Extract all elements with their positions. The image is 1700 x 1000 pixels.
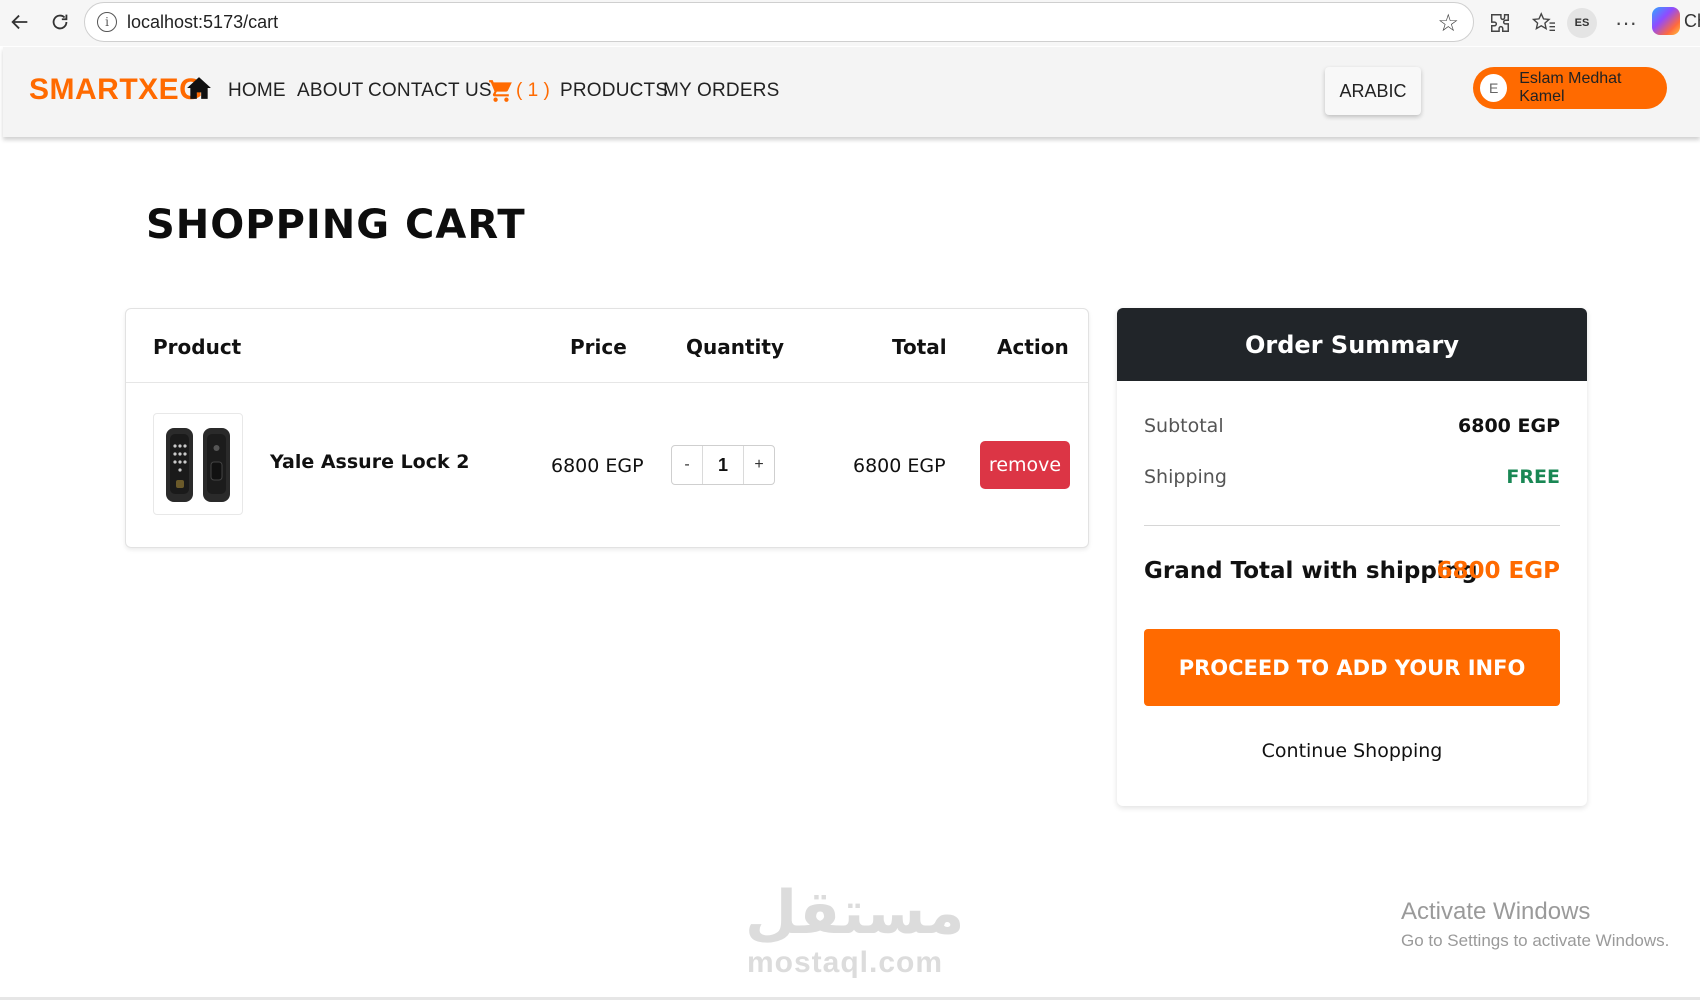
subtotal-value: 6800 EGP [1458,415,1560,437]
user-avatar: E [1480,74,1508,102]
nav-cart[interactable]: ( 1 ) [488,76,550,106]
activate-windows-subtitle: Go to Settings to activate Windows. [1401,931,1670,950]
column-action: Action [997,335,1069,359]
nav-contact-us[interactable]: CONTACT US [368,80,492,102]
subtotal-row: Subtotal 6800 EGP [1144,415,1560,437]
cart-table: Product Price Quantity Total Action Yale… [125,308,1089,548]
grand-total-row: Grand Total with shipping 6800 EGP [1144,558,1560,584]
site-info-icon[interactable]: i [97,12,117,32]
browser-toolbar: i localhost:5173/cart ☆ ES ··· Ch [0,0,1700,46]
tab-fragment-text: Ch [1684,11,1700,31]
column-total: Total [892,335,947,359]
nav-products[interactable]: PRODUCTS [560,80,668,102]
product-thumbnail[interactable] [153,413,243,515]
user-menu-button[interactable]: E Eslam Medhat Kamel [1473,67,1667,109]
summary-divider [1144,525,1560,526]
shipping-value: FREE [1506,466,1560,488]
brand-logo[interactable]: SMARTXEG [29,73,203,107]
page-title: SHOPPING CART [146,202,526,248]
quantity-stepper: - 1 + [671,445,775,485]
nav-home[interactable]: HOME [228,80,286,102]
nav-my-orders[interactable]: MY ORDERS [663,80,780,102]
nav-about[interactable]: ABOUT [297,80,363,102]
shipping-row: Shipping FREE [1144,466,1560,488]
site-header: SMARTXEG HOME ABOUT CONTACT US ( 1 ) PRO… [3,47,1700,137]
table-row: Yale Assure Lock 2 6800 EGP - 1 + 6800 E… [126,383,1088,549]
reload-icon[interactable] [46,8,74,36]
bookmark-star-icon[interactable]: ☆ [1437,9,1459,38]
shipping-label: Shipping [1144,466,1227,488]
more-menu-icon[interactable]: ··· [1611,8,1641,38]
order-summary-title: Order Summary [1117,308,1587,381]
copilot-icon[interactable] [1652,7,1680,35]
increment-button[interactable]: + [744,446,774,484]
order-summary-card: Order Summary Subtotal 6800 EGP Shipping… [1117,308,1587,806]
cart-table-header: Product Price Quantity Total Action [126,309,1088,383]
column-product: Product [153,335,242,359]
language-button[interactable]: ARABIC [1325,67,1421,115]
decrement-button[interactable]: - [672,446,702,484]
user-name: Eslam Medhat Kamel [1519,70,1622,105]
quantity-value[interactable]: 1 [702,446,744,484]
product-name[interactable]: Yale Assure Lock 2 [270,451,469,473]
column-price: Price [570,335,627,359]
continue-shopping-link[interactable]: Continue Shopping [1117,740,1587,762]
grand-total-label: Grand Total with shipping [1144,558,1478,584]
column-quantity: Quantity [686,335,784,359]
product-price: 6800 EGP [551,455,644,477]
back-arrow-icon[interactable] [6,8,34,36]
favorites-icon[interactable] [1529,8,1559,38]
cart-count: ( 1 ) [516,80,550,101]
home-icon[interactable] [186,75,212,101]
proceed-button[interactable]: PROCEED TO ADD YOUR INFO [1144,629,1560,706]
activate-windows-title: Activate Windows [1401,898,1591,925]
profile-avatar[interactable]: ES [1567,8,1597,38]
watermark-arabic: مستقل [745,878,965,948]
subtotal-label: Subtotal [1144,415,1224,437]
grand-total-value: 6800 EGP [1436,558,1560,584]
address-bar[interactable]: i localhost:5173/cart ☆ [84,2,1474,42]
watermark-latin: mostaql.com [747,946,944,979]
url-text: localhost:5173/cart [127,11,279,32]
remove-button[interactable]: remove [980,441,1070,489]
extensions-icon[interactable] [1485,8,1515,38]
cart-icon [489,80,512,102]
line-total: 6800 EGP [853,455,946,477]
